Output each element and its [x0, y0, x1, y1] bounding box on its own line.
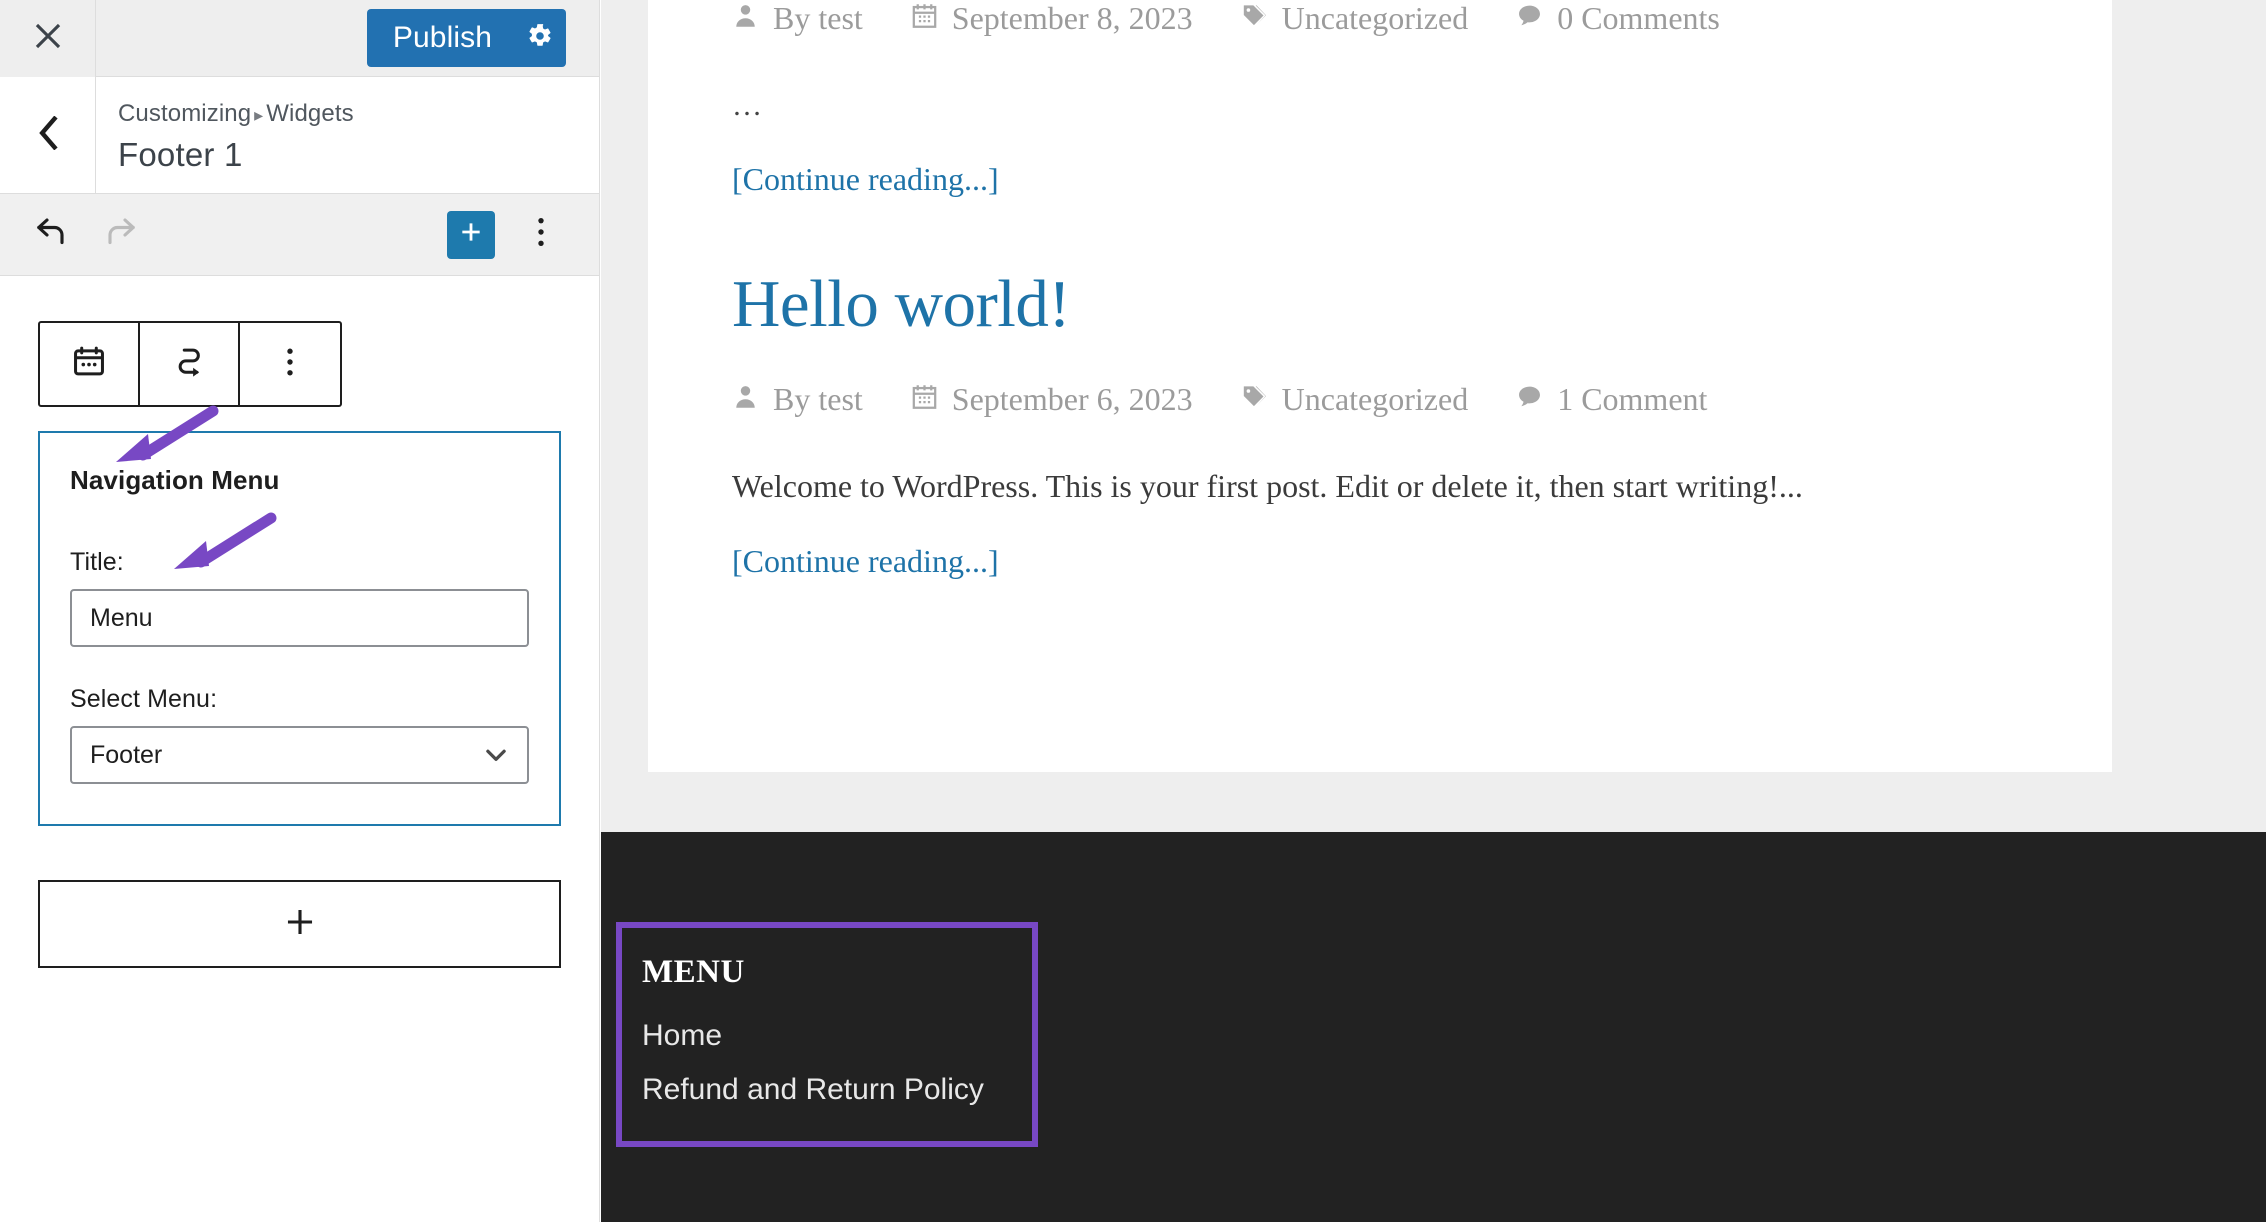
vertical-ellipsis-icon: [536, 215, 546, 254]
move-to-arrow-icon: [170, 343, 208, 386]
post-comments-label: 1 Comment: [1557, 381, 1708, 417]
undo-icon: [32, 214, 68, 255]
add-block-button[interactable]: [447, 210, 495, 259]
breadcrumb-root: Customizing: [118, 100, 252, 127]
site-footer: MENU Home Refund and Return Policy: [601, 832, 2266, 1222]
post-date: September 8, 2023: [911, 0, 1193, 37]
publish-settings-button[interactable]: [514, 9, 566, 67]
post-category-label: Uncategorized: [1281, 381, 1469, 417]
select-menu-wrapper: Footer: [70, 726, 529, 784]
close-customizer-button[interactable]: [0, 0, 96, 77]
breadcrumb-separator: ▸: [254, 105, 264, 125]
panel-header: Customizing ▸ Widgets Footer 1: [0, 77, 599, 194]
gear-icon: [527, 23, 553, 54]
post-category: Uncategorized: [1241, 0, 1469, 37]
post-excerpt: Welcome to WordPress. This is your first…: [732, 468, 1803, 504]
undo-button[interactable]: [28, 213, 72, 257]
posts-content-card: By test September 8, 2023 Uncategorized: [648, 0, 2112, 772]
footer-widget-title: MENU: [642, 954, 745, 990]
post-author-label: By test: [773, 381, 863, 417]
post-meta: By test September 6, 2023 Uncategorized: [732, 381, 2028, 418]
continue-reading-link[interactable]: [Continue reading...]: [732, 161, 2028, 198]
panel-header-text: Customizing ▸ Widgets Footer 1: [96, 77, 599, 193]
post-date-label: September 8, 2023: [951, 0, 1193, 36]
breadcrumb-section: Widgets: [266, 100, 354, 127]
footer-menu-widget: MENU Home Refund and Return Policy: [616, 922, 1038, 1147]
move-to-button[interactable]: [140, 323, 240, 405]
select-menu-dropdown[interactable]: Footer: [70, 726, 529, 784]
navigation-menu-widget: Navigation Menu Title: Select Menu: Foot…: [38, 431, 561, 826]
post-entry: By test September 8, 2023 Uncategorized: [732, 0, 2028, 198]
block-type-button[interactable]: [40, 323, 140, 405]
plus-icon: [458, 219, 484, 250]
tag-icon: [1241, 381, 1268, 418]
calendar-icon: [911, 381, 938, 418]
widgets-editor-toolbar: [0, 194, 599, 276]
post-author: By test: [732, 0, 863, 37]
publish-button[interactable]: Publish: [367, 9, 514, 67]
post-comments-label: 0 Comments: [1557, 0, 1720, 36]
calendar-icon: [911, 0, 938, 37]
post-meta: By test September 8, 2023 Uncategorized: [732, 0, 2028, 37]
chevron-left-icon: [35, 115, 61, 155]
customizer-sidebar: Publish Customizing ▸ Widgets Footer 1 N…: [0, 0, 600, 1222]
vertical-ellipsis-icon: [285, 345, 295, 384]
footer-menu-item[interactable]: Home: [642, 1019, 984, 1053]
post-title-link[interactable]: Hello world!: [732, 266, 2028, 343]
breadcrumb: Customizing ▸ Widgets: [118, 100, 599, 128]
post-comments: 0 Comments: [1516, 0, 1720, 37]
post-date-label: September 6, 2023: [951, 381, 1193, 417]
widget-title: Navigation Menu: [70, 465, 280, 495]
select-menu-label: Select Menu:: [70, 685, 218, 713]
add-widget-button[interactable]: [38, 880, 561, 968]
continue-reading-link[interactable]: [Continue reading...]: [732, 543, 2028, 580]
plus-icon: [283, 905, 317, 944]
customizer-topbar: Publish: [0, 0, 599, 77]
user-icon: [732, 381, 759, 418]
title-input[interactable]: [70, 589, 529, 647]
block-options-button[interactable]: [240, 323, 340, 405]
comment-icon: [1516, 381, 1543, 418]
footer-menu-item[interactable]: Refund and Return Policy: [642, 1073, 984, 1107]
site-preview: By test September 8, 2023 Uncategorized: [601, 0, 2266, 1222]
widgets-area: Navigation Menu Title: Select Menu: Foot…: [0, 276, 599, 968]
post-date: September 6, 2023: [911, 381, 1193, 418]
post-comments: 1 Comment: [1516, 381, 1707, 418]
page-title: Footer 1: [118, 136, 243, 173]
tag-icon: [1241, 0, 1268, 37]
post-entry: Hello world! By test September 6, 2023 U…: [732, 266, 2028, 580]
redo-icon: [104, 214, 140, 255]
user-icon: [732, 0, 759, 37]
post-author: By test: [732, 381, 863, 418]
title-field-label: Title:: [70, 548, 124, 576]
comment-icon: [1516, 0, 1543, 37]
block-toolbar: [38, 321, 342, 407]
post-category: Uncategorized: [1241, 381, 1469, 418]
close-icon: [31, 19, 65, 58]
calendar-widget-icon: [70, 343, 108, 386]
redo-button[interactable]: [100, 213, 144, 257]
post-excerpt: …: [732, 89, 762, 122]
editor-options-button[interactable]: [517, 211, 565, 259]
post-category-label: Uncategorized: [1281, 0, 1469, 36]
publish-group: Publish: [366, 9, 566, 67]
post-author-label: By test: [773, 0, 863, 36]
back-button[interactable]: [0, 77, 96, 193]
